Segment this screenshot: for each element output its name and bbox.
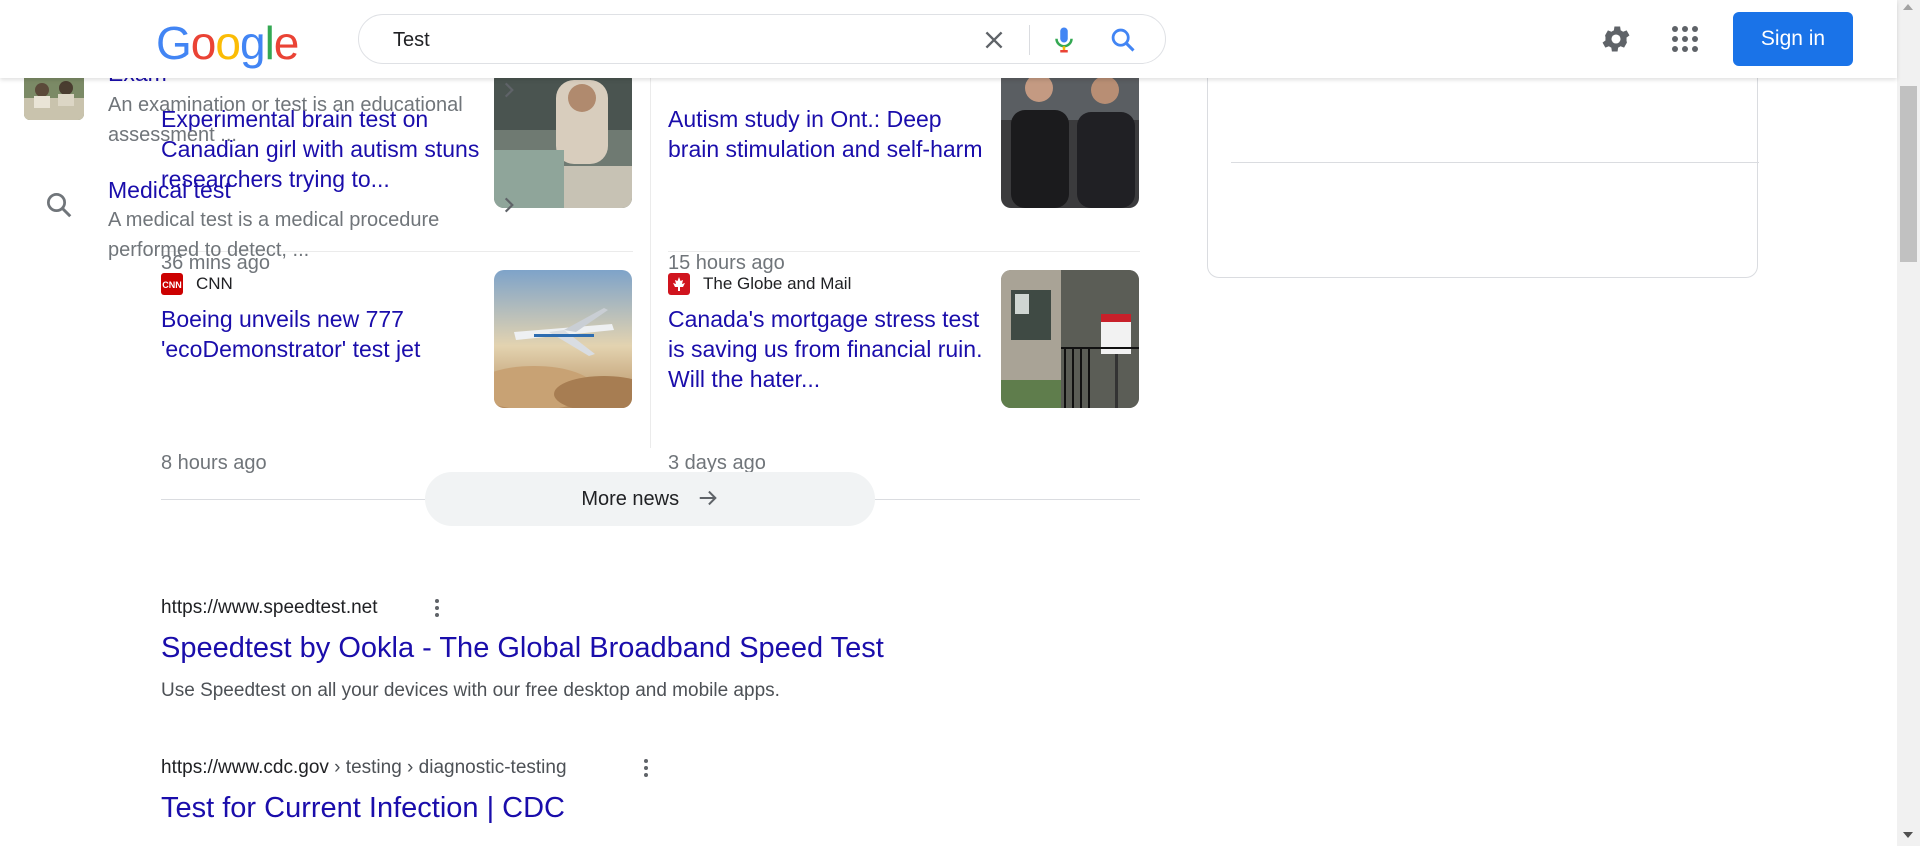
clear-icon[interactable] <box>981 27 1007 53</box>
scroll-down-arrow-icon[interactable] <box>1903 832 1913 838</box>
more-options-icon[interactable] <box>430 597 444 621</box>
result-title[interactable]: Speedtest by Ookla - The Global Broadban… <box>161 632 884 665</box>
more-options-icon[interactable] <box>639 757 653 781</box>
maple-leaf-icon <box>668 273 690 295</box>
news-title[interactable]: Autism study in Ont.: Deep brain stimula… <box>668 104 990 164</box>
result-url[interactable]: https://www.speedtest.net <box>161 597 378 619</box>
more-news-rule <box>875 499 1140 500</box>
result-url-domain: https://www.cdc.gov <box>161 757 329 778</box>
google-logo[interactable]: Google <box>156 16 299 70</box>
news-card[interactable]: CNN CNN Boeing unveils new 777 'ecoDemon… <box>161 268 633 474</box>
result-snippet: Use Speedtest on all your devices with o… <box>161 680 780 701</box>
arrow-right-icon <box>699 490 717 506</box>
news-thumbnail[interactable] <box>494 270 632 408</box>
related-item-description: An examination or test is an educational… <box>108 94 463 146</box>
chevron-right-icon <box>504 82 514 98</box>
news-source: The Globe and Mail <box>668 272 851 296</box>
result-url-domain: https://www.speedtest.net <box>161 597 378 618</box>
news-title[interactable]: Boeing unveils new 777 'ecoDemonstrator'… <box>161 304 483 364</box>
related-divider <box>1231 162 1759 163</box>
news-card[interactable]: The Globe and Mail Canada's mortgage str… <box>668 268 1140 474</box>
cnn-logo-icon: CNN <box>161 273 183 295</box>
news-source: CNN CNN <box>161 272 233 296</box>
result-title[interactable]: Test for Current Infection | CDC <box>161 792 565 825</box>
more-news-rule <box>161 499 425 500</box>
settings-gear-icon[interactable] <box>1599 22 1633 56</box>
news-time: 8 hours ago <box>161 452 267 474</box>
search-box <box>358 14 1166 64</box>
more-news-button[interactable]: More news <box>425 472 875 526</box>
scrollbar-thumb[interactable] <box>1900 86 1917 262</box>
search-input[interactable] <box>391 27 995 53</box>
related-item-title[interactable]: Medical test <box>108 177 231 204</box>
vertical-scrollbar[interactable] <box>1897 0 1920 846</box>
result-url[interactable]: https://www.cdc.gov › testing › diagnost… <box>161 757 567 779</box>
news-column-divider <box>650 78 651 448</box>
news-card[interactable]: Autism study in Ont.: Deep brain stimula… <box>668 68 1140 274</box>
news-title[interactable]: Canada's mortgage stress test is saving … <box>668 304 990 394</box>
more-news-label: More news <box>581 488 680 510</box>
chevron-right-icon <box>504 197 514 213</box>
news-thumbnail[interactable] <box>1001 270 1139 408</box>
apps-grid-icon[interactable] <box>1670 24 1700 54</box>
news-thumbnail[interactable] <box>1001 70 1139 208</box>
news-source-name: The Globe and Mail <box>703 274 852 293</box>
sign-in-button[interactable]: Sign in <box>1733 12 1853 66</box>
scroll-up-arrow-icon[interactable] <box>1903 4 1913 10</box>
related-item-description: A medical test is a medical procedure pe… <box>108 209 440 261</box>
microphone-icon[interactable] <box>1049 25 1079 55</box>
result-url-breadcrumb: › testing › diagnostic-testing <box>328 757 567 778</box>
news-source-name: CNN <box>196 274 233 293</box>
top-header: Google Sign in <box>0 0 1897 78</box>
search-icon[interactable] <box>1109 26 1137 54</box>
related-item-medical-test[interactable]: Medical test A medical test is a medical… <box>24 163 552 273</box>
search-icon <box>47 193 72 218</box>
search-divider <box>1029 25 1030 55</box>
svg-text:CNN: CNN <box>162 280 182 290</box>
